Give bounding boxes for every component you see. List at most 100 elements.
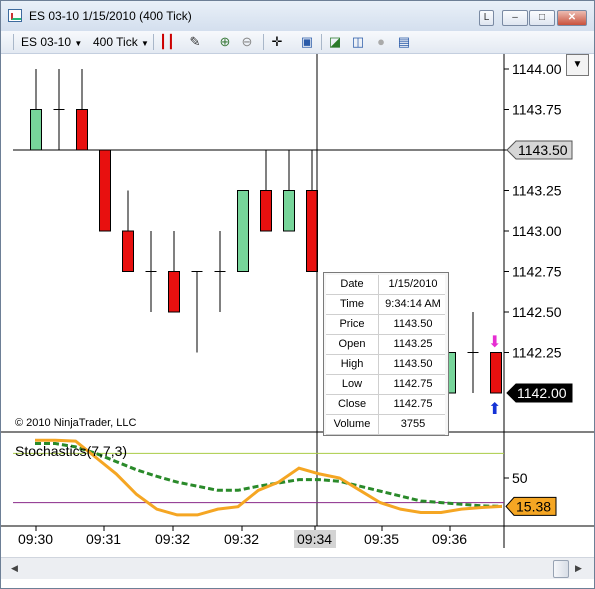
properties-icon[interactable]: ▣ — [299, 34, 315, 50]
strategies-icon[interactable]: ◫ — [350, 34, 366, 50]
interval-label: 400 Tick — [93, 35, 138, 49]
time-label: 09:32 — [224, 531, 259, 547]
time-label: 09:30 — [18, 531, 53, 547]
lock-button[interactable]: L — [479, 10, 494, 26]
data-box-value: 1143.50 — [393, 358, 433, 370]
data-box-divider — [378, 415, 379, 434]
chart-toolbar: ES 03-10 ▼ 400 Tick ▼ ┃┃ ✎ ⊕ ⊖ ✛ ▣ ◪ ◫ ●… — [1, 31, 594, 54]
candle-up[interactable] — [237, 190, 249, 272]
copyright-text: © 2010 NinjaTrader, LLC — [15, 417, 136, 429]
data-box-divider — [378, 315, 379, 334]
scrollbar-thumb[interactable] — [553, 560, 569, 578]
toolbar-separator — [153, 34, 154, 50]
candle-down[interactable] — [260, 190, 272, 232]
data-box-key: Close — [337, 398, 367, 410]
data-box-key: High — [340, 358, 364, 370]
chevron-down-icon: ▼ — [74, 39, 83, 48]
data-box-value: 1/15/2010 — [388, 278, 438, 290]
close-button[interactable]: ✕ — [557, 10, 587, 26]
price-tick-label: 1142.50 — [512, 304, 562, 320]
candle-down[interactable] — [99, 149, 111, 232]
data-box-row: Close 1142.75 — [326, 395, 445, 415]
toolbar-separator — [321, 34, 322, 50]
zoom-out-icon[interactable]: ⊖ — [239, 34, 255, 50]
data-box-key: Price — [339, 318, 365, 330]
chart-style-icon[interactable]: ┃┃ — [159, 34, 175, 50]
instrument-label: ES 03-10 — [21, 35, 72, 49]
interval-selector[interactable]: 400 Tick ▼ — [93, 34, 149, 50]
alert-icon[interactable]: ● — [373, 34, 389, 50]
data-box-value: 9:34:14 AM — [385, 298, 441, 310]
toolbar-grip — [13, 34, 14, 50]
last-price-text: 1142.00 — [517, 385, 567, 401]
scroll-left-icon[interactable]: ◀ — [11, 563, 18, 574]
time-label: 09:36 — [432, 531, 467, 547]
data-box-value: 1142.75 — [393, 398, 433, 410]
data-box-value: 3755 — [400, 418, 426, 430]
stoch-tick-label: 50 — [512, 470, 528, 486]
indicator-name: Stochastics(7,7,3) — [15, 443, 127, 459]
data-box-icon[interactable]: ▤ — [396, 34, 412, 50]
instrument-selector[interactable]: ES 03-10 ▼ — [21, 34, 82, 50]
price-tick-label: 1144.00 — [512, 61, 562, 77]
data-box-row: Volume 3755 — [326, 415, 445, 435]
data-box-key: Date — [340, 278, 364, 290]
chart-canvas[interactable]: 1144.00 1143.75 1143.25 1143.00 1142.75 1142.… — [1, 54, 594, 548]
drawing-tool-icon[interactable]: ✎ — [187, 34, 203, 50]
price-tick-label: 1142.75 — [512, 264, 562, 280]
candle-down[interactable] — [168, 271, 180, 313]
data-box-row: Open 1143.25 — [326, 335, 445, 355]
scroll-right-icon[interactable]: ▶ — [575, 563, 582, 574]
time-label: 09:35 — [364, 531, 399, 547]
maximize-button[interactable]: □ — [529, 10, 555, 26]
sell-arrow-icon: ⬇ — [488, 334, 501, 351]
data-box-divider — [378, 375, 379, 394]
data-box-divider — [378, 275, 379, 294]
time-label: 09:32 — [155, 531, 190, 547]
data-box-divider — [378, 395, 379, 414]
axis-menu-button[interactable]: ▼ — [566, 54, 589, 76]
data-box-row: Price 1143.50 — [326, 315, 445, 335]
data-box-row: Time 9:34:14 AM — [326, 295, 445, 315]
chevron-down-icon: ▼ — [141, 39, 149, 48]
horizontal-scrollbar[interactable]: ◀ ▶ — [1, 557, 594, 579]
data-box-key: Volume — [333, 418, 371, 430]
candle-down[interactable] — [122, 230, 134, 272]
minimize-button[interactable]: – — [502, 10, 528, 26]
data-box-key: Time — [339, 298, 365, 310]
candle-down[interactable] — [76, 109, 88, 151]
data-box-key: Low — [341, 378, 363, 390]
price-tick-label: 1143.25 — [512, 183, 562, 199]
time-highlight-label: 09:34 — [297, 531, 332, 547]
price-flag-text: 1143.50 — [518, 142, 568, 158]
indicators-icon[interactable]: ◪ — [327, 34, 343, 50]
data-box-divider — [378, 295, 379, 314]
candle-up[interactable] — [30, 109, 42, 151]
toolbar-separator — [263, 34, 264, 50]
data-box-key: Open — [338, 338, 366, 350]
time-label: 09:31 — [86, 531, 121, 547]
candle-down[interactable] — [306, 190, 318, 272]
title-bar[interactable]: ES 03-10 1/15/2010 (400 Tick) L – □ ✕ — [1, 1, 594, 31]
price-tick-label: 1142.25 — [512, 345, 562, 361]
candle-down[interactable] — [490, 352, 502, 394]
price-tick-label: 1143.75 — [512, 102, 562, 118]
zoom-in-icon[interactable]: ⊕ — [217, 34, 233, 50]
buy-arrow-icon: ⬆ — [488, 401, 501, 418]
window-title: ES 03-10 1/15/2010 (400 Tick) — [29, 9, 192, 23]
data-box-row: Low 1142.75 — [326, 375, 445, 395]
data-box-value: 1143.25 — [393, 338, 433, 350]
data-box: Date 1/15/2010 Time 9:34:14 AM Price 1143.50 O… — [323, 272, 449, 436]
data-box-row: Date 1/15/2010 — [326, 275, 445, 295]
crosshair-icon[interactable]: ✛ — [269, 34, 285, 50]
stoch-value-text: 15.38 — [516, 498, 551, 514]
chart-app-icon — [8, 9, 22, 22]
chart-window: ES 03-10 1/15/2010 (400 Tick) L – □ ✕ ES… — [0, 0, 595, 589]
price-tick-label: 1143.00 — [512, 223, 562, 239]
data-box-divider — [378, 355, 379, 374]
data-box-row: High 1143.50 — [326, 355, 445, 375]
data-box-value: 1142.75 — [393, 378, 433, 390]
candle-up[interactable] — [283, 190, 295, 232]
chart-panel[interactable]: 1144.00 1143.75 1143.25 1143.00 1142.75 1142.… — [1, 54, 594, 548]
data-box-divider — [378, 335, 379, 354]
